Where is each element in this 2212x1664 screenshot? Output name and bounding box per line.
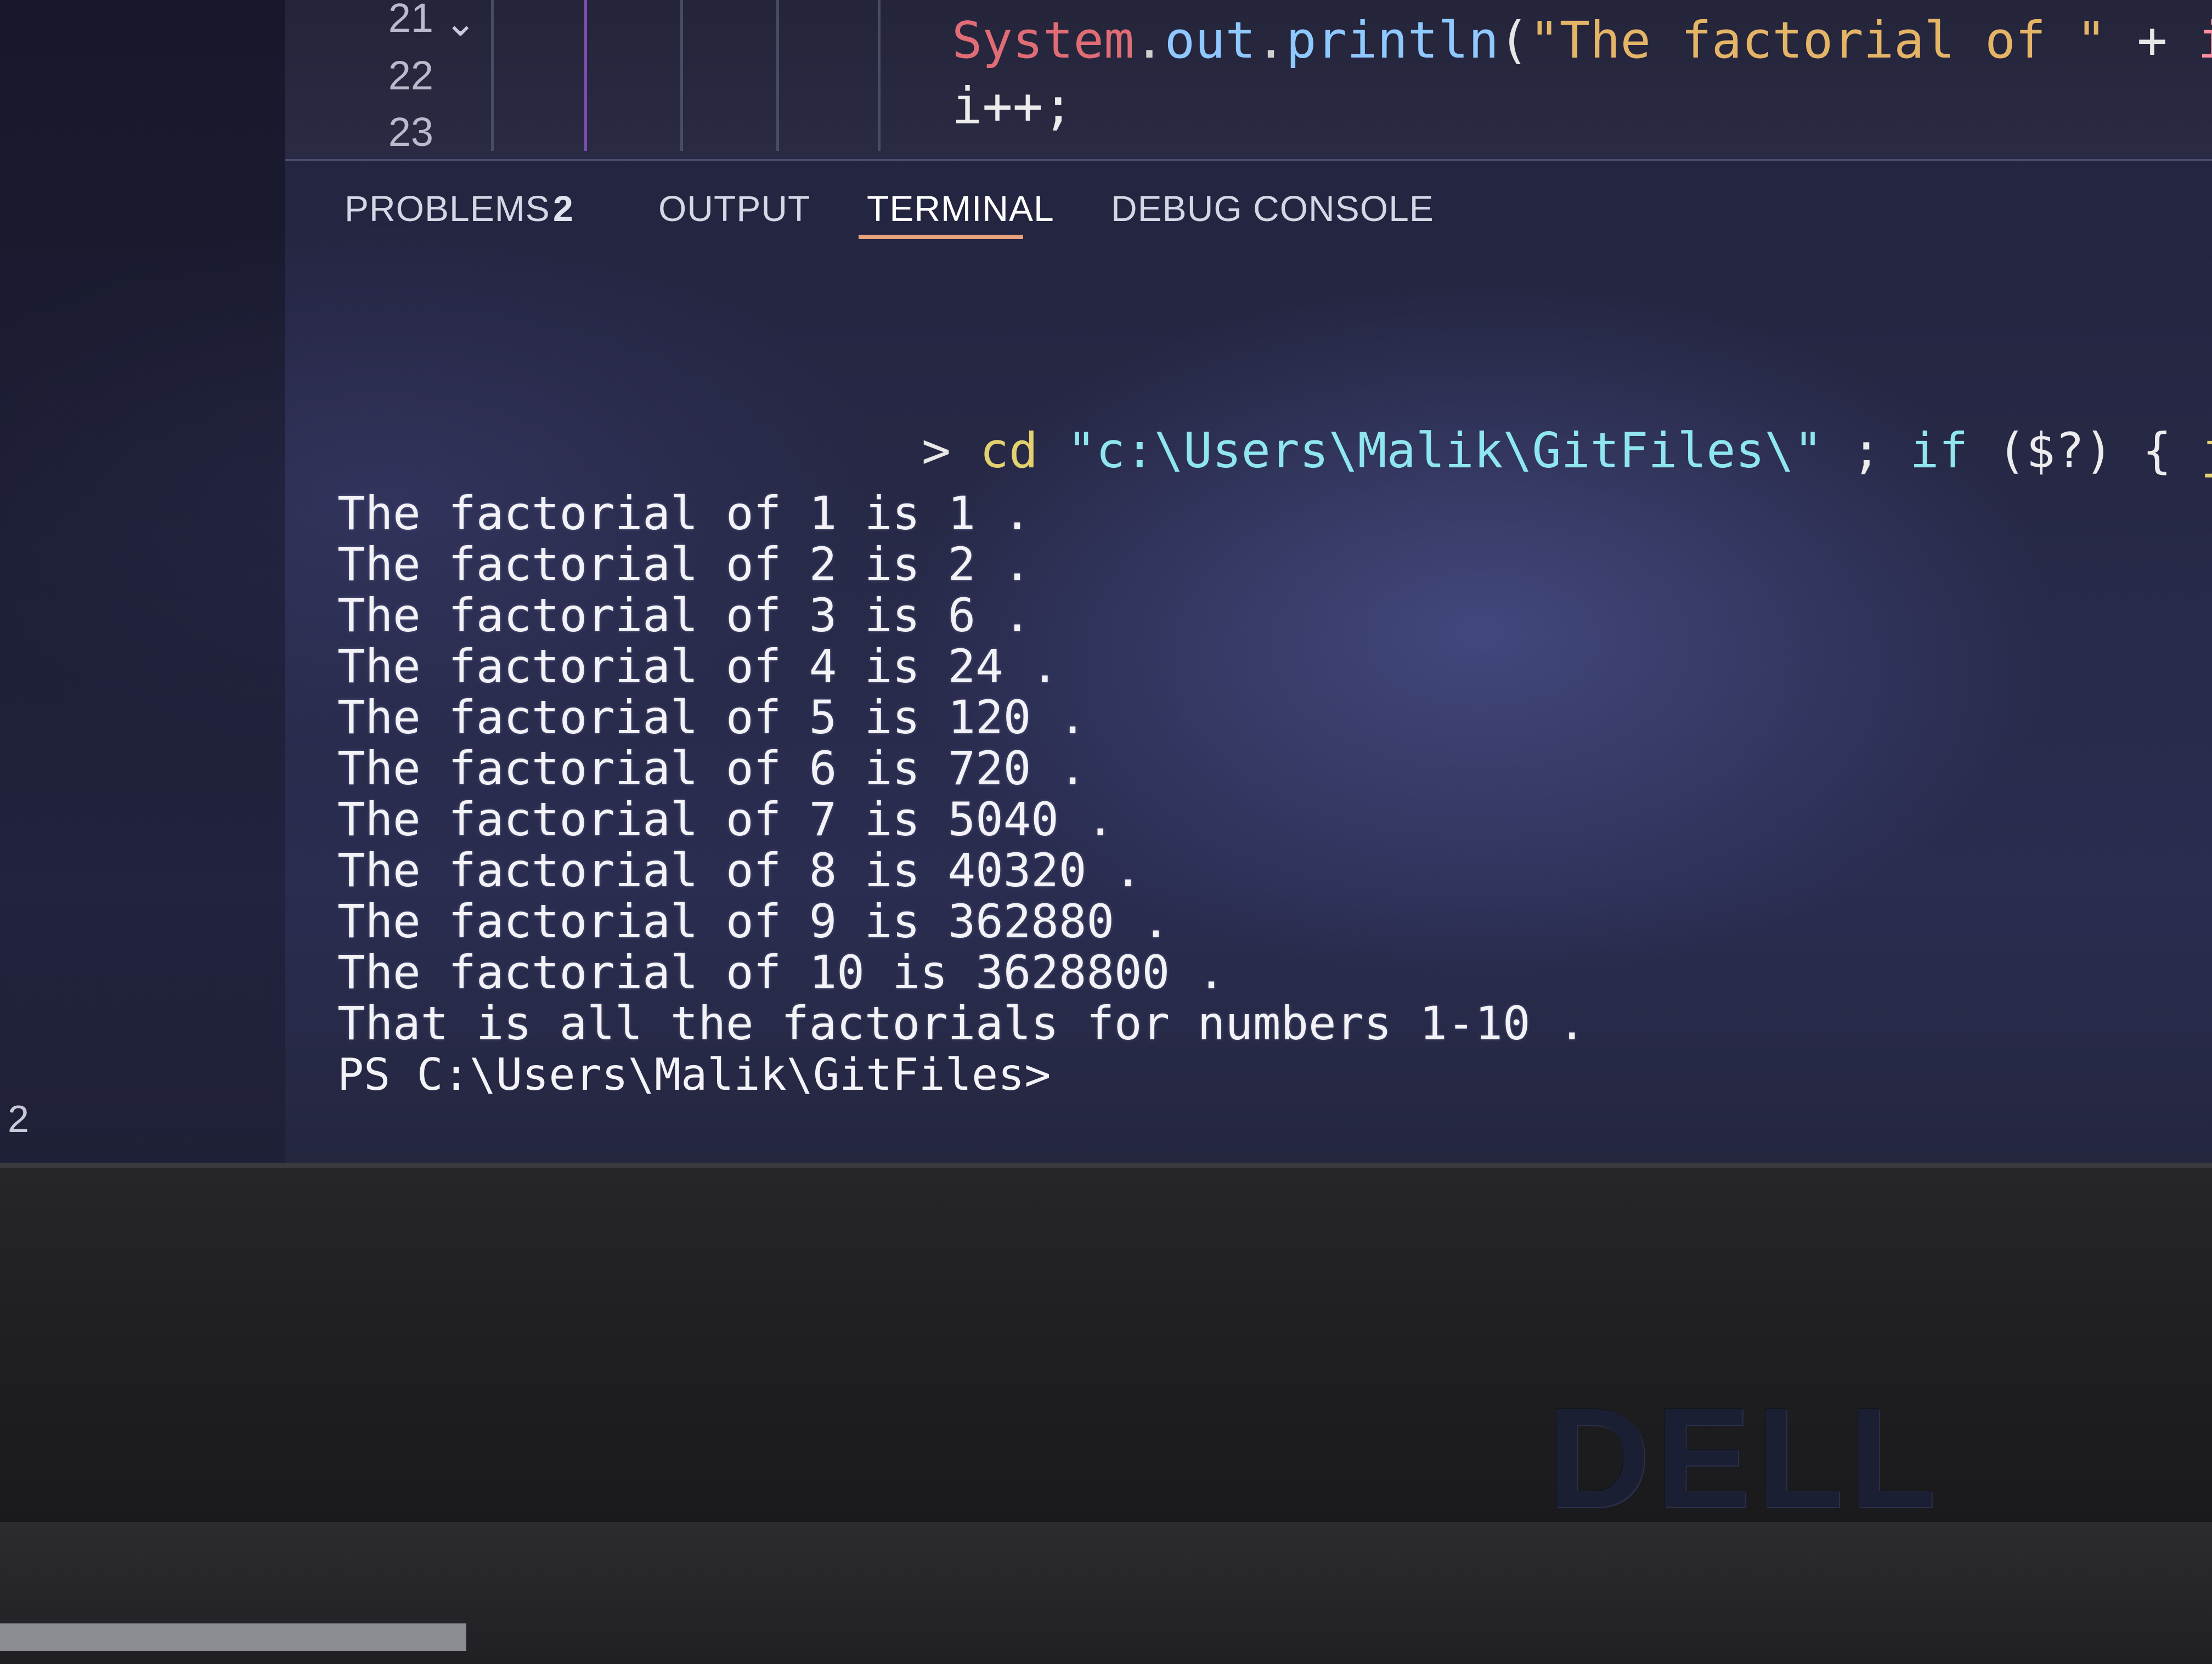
output-line: The factorial of 5 is 120 . bbox=[337, 690, 1087, 744]
output-line: The factorial of 9 is 362880 . bbox=[337, 895, 1170, 948]
line-number: 22 bbox=[388, 53, 433, 98]
tab-terminal[interactable]: TERMINAL bbox=[867, 188, 1054, 229]
code-token: "The factorial of " bbox=[1529, 11, 2107, 70]
code-token: . bbox=[1134, 11, 1165, 70]
output-line: The factorial of 10 is 3628800 . bbox=[337, 946, 1226, 999]
line-number: 21 bbox=[388, 0, 433, 41]
command-condition: ($?) { bbox=[1968, 422, 2201, 479]
terminal-prompt-arrow: > bbox=[922, 422, 951, 479]
tab-output[interactable]: OUTPUT bbox=[658, 188, 810, 229]
tab-debug-console[interactable]: DEBUG CONSOLE bbox=[1111, 188, 1434, 229]
tab-problems[interactable]: PROBLEMS bbox=[345, 188, 550, 229]
command-separator: ; bbox=[1822, 422, 1910, 479]
command-keyword: javac bbox=[2200, 422, 2212, 479]
output-line: The factorial of 4 is 24 . bbox=[337, 639, 1059, 693]
code-editor[interactable]: 21 ⌄ 22 23 System.out.println("The facto… bbox=[285, 0, 2212, 161]
code-token: + bbox=[2106, 11, 2198, 70]
indent-guide bbox=[491, 0, 494, 151]
output-line: The factorial of 8 is 40320 . bbox=[337, 844, 1142, 897]
output-line: The factorial of 2 is 2 . bbox=[337, 537, 1031, 591]
code-line-23[interactable]: i++; bbox=[952, 77, 1074, 135]
bezel-highlight-bar bbox=[0, 1623, 466, 1651]
indent-guide-active bbox=[584, 0, 587, 151]
indent-guide bbox=[776, 0, 779, 151]
laptop-bezel: DELL bbox=[0, 1163, 2212, 1664]
command-keyword: if bbox=[1910, 422, 1968, 479]
code-token: i bbox=[2198, 11, 2212, 70]
code-token: . bbox=[1255, 11, 1286, 70]
terminal-output: The factorial of 1 is 1 . The factorial … bbox=[337, 486, 1586, 1101]
laptop-screen: 21 ⌄ 22 23 System.out.println("The facto… bbox=[0, 0, 2212, 1179]
indent-guide bbox=[878, 0, 881, 151]
terminal-prompt[interactable]: PS C:\Users\Malik\GitFiles> bbox=[337, 1049, 1586, 1100]
code-token: ( bbox=[1499, 11, 1530, 70]
code-token: System bbox=[952, 11, 1135, 70]
indent-guide bbox=[680, 0, 683, 151]
line-number: 23 bbox=[388, 109, 433, 155]
command-keyword: cd bbox=[979, 422, 1038, 479]
terminal-command-line: > cd "c:\Users\Malik\GitFiles\" ; if ($?… bbox=[922, 422, 2212, 479]
output-line: That is all the factorials for numbers 1… bbox=[337, 997, 1586, 1050]
output-line: The factorial of 6 is 720 . bbox=[337, 742, 1087, 795]
panel-tab-bar: PROBLEMS 2 OUTPUT TERMINAL DEBUG CONSOLE bbox=[285, 165, 2212, 247]
problems-count-badge: 2 bbox=[553, 188, 573, 229]
output-line: The factorial of 3 is 6 . bbox=[337, 588, 1031, 642]
dell-logo: DELL bbox=[1547, 1379, 1942, 1538]
terminal-pane[interactable]: > cd "c:\Users\Malik\GitFiles\" ; if ($?… bbox=[0, 247, 2212, 1152]
side-counter: 2 bbox=[8, 1097, 29, 1140]
chevron-down-icon[interactable]: ⌄ bbox=[444, 0, 477, 45]
output-line: The factorial of 1 is 1 . bbox=[337, 486, 1031, 540]
code-line-22[interactable]: System.out.println("The factorial of " +… bbox=[952, 11, 2212, 70]
code-token: println bbox=[1286, 11, 1499, 70]
command-path: "c:\Users\Malik\GitFiles\" bbox=[1066, 422, 1823, 479]
output-line: The factorial of 7 is 5040 . bbox=[337, 793, 1115, 846]
code-token: out bbox=[1164, 11, 1256, 70]
active-tab-indicator bbox=[859, 235, 1023, 239]
